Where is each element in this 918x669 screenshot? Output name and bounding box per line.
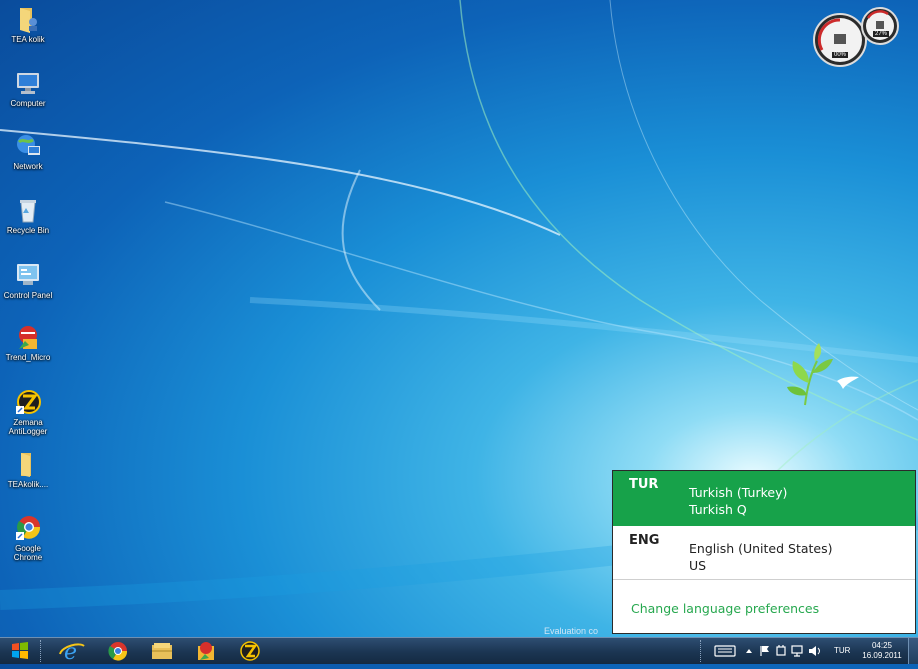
taskbar-windows-explorer[interactable] xyxy=(144,640,184,662)
network-icon xyxy=(14,132,42,160)
network-tray-button[interactable] xyxy=(790,638,804,664)
cpu-percent-label: 00% xyxy=(832,52,849,58)
folder-icon xyxy=(14,450,42,478)
language-name: Turkish (Turkey) xyxy=(689,485,788,500)
action-center-icon-button[interactable] xyxy=(758,638,772,664)
desktop-icon[interactable]: Trend_Micro xyxy=(0,323,56,362)
clock-date: 16.09.2011 xyxy=(862,651,902,660)
taskbar-separator xyxy=(40,640,45,662)
evaluation-watermark: Evaluation co xyxy=(544,626,599,636)
desktop-icon[interactable]: TEAkolik.... xyxy=(0,450,56,489)
desktop-icon[interactable]: Control Panel xyxy=(0,261,56,300)
language-option-tur[interactable]: TUR Turkish (Turkey) Turkish Q xyxy=(613,471,915,526)
explorer-icon xyxy=(152,643,172,659)
desktop-icon[interactable]: Computer xyxy=(0,69,56,108)
desktop-icon-label: Google Chrome xyxy=(13,544,43,562)
language-indicator[interactable]: TUR xyxy=(834,646,850,655)
memory-percent-label: 27% xyxy=(873,31,890,37)
desktop-icon-label: Zemana AntiLogger xyxy=(8,418,48,436)
zemana-icon xyxy=(240,641,260,661)
show-hidden-icons-button[interactable] xyxy=(742,638,756,664)
desktop-icon[interactable]: Zemana AntiLogger xyxy=(0,388,56,436)
desktop-icon-label: Computer xyxy=(10,99,46,108)
language-code: ENG xyxy=(629,533,660,548)
language-bar-popup: TUR Turkish (Turkey) Turkish Q ENG Engli… xyxy=(612,470,916,634)
clock-time: 04:25 xyxy=(871,641,893,650)
desktop-icon[interactable]: Recycle Bin xyxy=(0,196,56,235)
desktop-icon-label: Control Panel xyxy=(3,291,53,300)
start-button[interactable] xyxy=(2,640,42,662)
internet-explorer-icon: e xyxy=(59,640,85,665)
power-plug-icon xyxy=(776,645,786,656)
flag-icon xyxy=(760,646,769,656)
power-tray-button[interactable] xyxy=(774,638,788,664)
windows-start-icon xyxy=(12,642,28,659)
taskbar-zemana[interactable] xyxy=(232,640,272,662)
taskbar-chrome[interactable] xyxy=(100,640,140,662)
svg-text:e: e xyxy=(64,640,77,662)
show-desktop-button[interactable] xyxy=(908,638,918,664)
language-option-eng[interactable]: ENG English (United States) US xyxy=(613,527,915,580)
leaf-bird-logo xyxy=(787,343,859,406)
keyboard-layout: Turkish Q xyxy=(689,502,747,517)
change-language-preferences-link[interactable]: Change language preferences xyxy=(631,601,819,616)
control-panel-icon xyxy=(14,261,42,289)
taskbar-internet-explorer[interactable]: e xyxy=(56,640,96,665)
language-name: English (United States) xyxy=(689,541,833,556)
language-code: TUR xyxy=(629,477,659,492)
desktop-icon-label: Trend_Micro xyxy=(5,353,51,362)
touch-keyboard-button[interactable] xyxy=(712,638,738,664)
folder-user-icon xyxy=(14,5,42,33)
computer-icon xyxy=(14,69,42,97)
chrome-icon xyxy=(14,514,42,542)
trend-micro-icon xyxy=(14,323,42,351)
speaker-icon xyxy=(809,646,820,656)
desktop-icon-label: Network xyxy=(13,162,43,171)
recycle-bin-icon xyxy=(14,196,42,224)
desktop-icon-label: TEAkolik.... xyxy=(7,480,49,489)
desktop-icon-label: Recycle Bin xyxy=(6,226,50,235)
network-tray-icon xyxy=(791,645,803,657)
desktop-icon[interactable]: Network xyxy=(0,132,56,171)
desktop-icon[interactable]: TEA kolik xyxy=(0,5,56,44)
volume-tray-button[interactable] xyxy=(806,638,822,664)
keyboard-layout: US xyxy=(689,558,707,573)
system-clock[interactable]: 04:25 16.09.2011 xyxy=(858,641,906,661)
desktop-icon[interactable]: Google Chrome xyxy=(0,514,56,562)
tray-separator xyxy=(700,640,705,662)
desktop-icon-label: TEA kolik xyxy=(11,35,45,44)
chrome-icon xyxy=(108,642,128,661)
taskbar-trend-micro[interactable] xyxy=(188,640,228,662)
chevron-up-icon xyxy=(746,649,752,653)
cpu-meter-gadget[interactable]: 00% 27% xyxy=(808,6,902,68)
zemana-icon xyxy=(14,388,42,416)
trend-micro-icon xyxy=(198,642,214,660)
taskbar: e TUR 04:25 16.09.2011 xyxy=(0,637,918,665)
keyboard-icon xyxy=(714,645,736,657)
